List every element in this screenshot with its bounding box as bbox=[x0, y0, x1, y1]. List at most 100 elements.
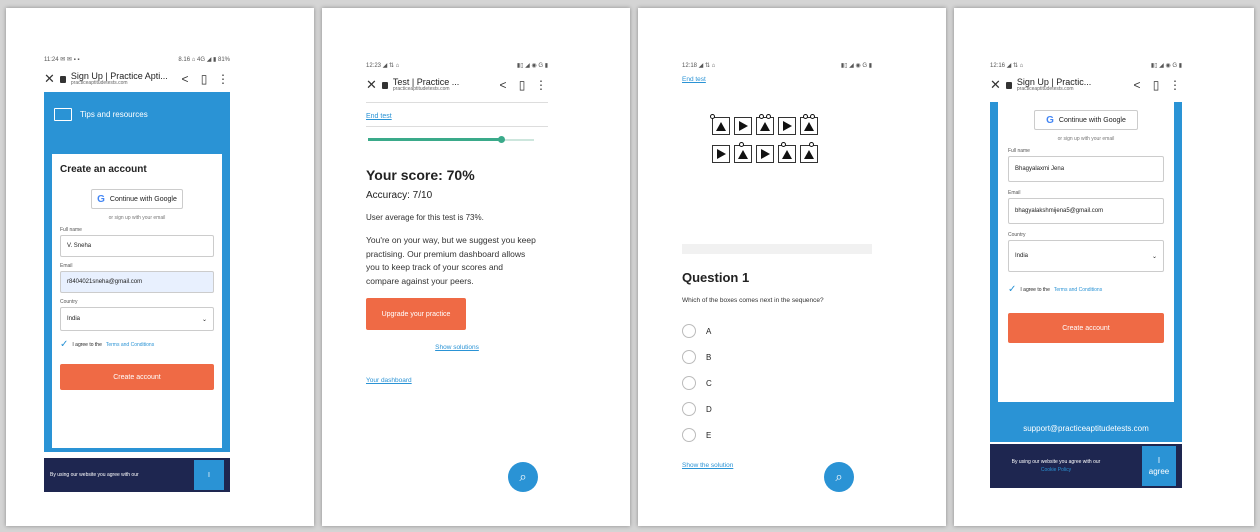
chevron-down-icon: ⌄ bbox=[201, 316, 207, 323]
upgrade-practice-button[interactable]: Upgrade your practice bbox=[366, 298, 466, 331]
radio-circle-icon[interactable] bbox=[682, 428, 696, 442]
screenshot-panel-4: 12:16 ◢ ⇅ ⌂ ▮▯ ◢ ◉ G ▮ ✕ Sign Up | Pract… bbox=[954, 8, 1254, 526]
phone-screen-results: 12:23 ◢ ⇅ ⌂ ▮▯ ◢ ◉ G ▮ ✕ Test | Practice… bbox=[366, 58, 548, 498]
average-text: User average for this test is 73%. bbox=[366, 213, 484, 222]
answer-option[interactable]: B bbox=[682, 344, 872, 370]
seq-box bbox=[756, 114, 774, 135]
answer-option[interactable]: E bbox=[682, 422, 872, 448]
status-bar: 12:23 ◢ ⇅ ⌂ ▮▯ ◢ ◉ G ▮ bbox=[366, 58, 548, 72]
google-signin-button[interactable]: G Continue with Google bbox=[91, 189, 183, 209]
terms-checkbox-row[interactable]: ✓ I agree to the Terms and Conditions bbox=[1008, 284, 1164, 295]
seq-box bbox=[800, 114, 818, 135]
tab-title-block[interactable]: Sign Up | Practice Apti... practiceaptit… bbox=[71, 71, 173, 87]
circle-icon bbox=[766, 114, 771, 119]
screenshot-panel-1: 11:24 ✉ ✉ ▪ ▪ 8.16 ⌂ 4G ◢ ▮ 81% ✕ Sign U… bbox=[6, 8, 314, 526]
question-title: Question 1 bbox=[682, 270, 750, 285]
bookmark-icon[interactable]: ▯ bbox=[515, 78, 529, 92]
answer-option[interactable]: C bbox=[682, 370, 872, 396]
triangle-right-icon bbox=[782, 121, 792, 131]
show-solution-link[interactable]: Show the solution bbox=[682, 462, 733, 469]
fullname-field[interactable]: V. Sneha bbox=[60, 235, 214, 257]
country-label: Country bbox=[1008, 232, 1026, 238]
seq-box bbox=[712, 145, 730, 163]
section-divider bbox=[682, 244, 872, 254]
close-icon[interactable]: ✕ bbox=[366, 77, 377, 93]
blue-page-background: Tips and resources Create an account G C… bbox=[44, 92, 230, 452]
circle-icon bbox=[759, 114, 764, 119]
circle-icon bbox=[810, 114, 815, 119]
country-select[interactable]: India ⌄ bbox=[1008, 240, 1164, 272]
cookie-banner: By using our website you agree with our … bbox=[990, 444, 1182, 488]
triangle-up-icon bbox=[716, 121, 726, 131]
dashboard-link[interactable]: Your dashboard bbox=[366, 377, 412, 384]
share-icon[interactable]: < bbox=[496, 78, 510, 92]
question-block: Question 1 Which of the boxes comes next… bbox=[682, 270, 872, 469]
support-email[interactable]: support@practiceaptitudetests.com bbox=[990, 424, 1182, 433]
search-fab[interactable]: ⌕ bbox=[824, 462, 854, 492]
terms-link[interactable]: Terms and Conditions bbox=[1054, 287, 1102, 293]
more-menu-icon[interactable]: ⋮ bbox=[1168, 78, 1182, 92]
radio-circle-icon[interactable] bbox=[682, 350, 696, 364]
status-right: ▮▯ ◢ ◉ G ▮ bbox=[840, 62, 872, 69]
close-icon[interactable]: ✕ bbox=[990, 77, 1001, 93]
bookmark-icon[interactable]: ▯ bbox=[197, 72, 211, 86]
terms-checkbox-row[interactable]: ✓ I agree to the Terms and Conditions bbox=[60, 339, 214, 350]
share-icon[interactable]: < bbox=[178, 72, 192, 86]
signup-card: Create an account G Continue with Google… bbox=[52, 154, 222, 448]
cookie-agree-button[interactable]: I agree bbox=[1142, 446, 1176, 486]
answer-option[interactable]: A bbox=[682, 318, 872, 344]
google-signin-button[interactable]: G Continue with Google bbox=[1034, 110, 1138, 130]
tab-title-block[interactable]: Sign Up | Practic... practiceaptitudetes… bbox=[1017, 77, 1125, 93]
search-icon: ⌕ bbox=[835, 469, 843, 484]
radio-circle-icon[interactable] bbox=[682, 402, 696, 416]
create-account-button[interactable]: Create account bbox=[60, 364, 214, 390]
checkmark-icon[interactable]: ✓ bbox=[1008, 284, 1016, 295]
fullname-field[interactable]: Bhagyalaxmi Jena bbox=[1008, 156, 1164, 182]
circle-icon bbox=[710, 114, 715, 119]
close-icon[interactable]: ✕ bbox=[44, 71, 55, 87]
email-field[interactable]: r8404021sneha@gmail.com bbox=[60, 271, 214, 293]
circle-icon bbox=[803, 114, 808, 119]
cookie-banner: By using our website you agree with our … bbox=[44, 458, 230, 492]
more-menu-icon[interactable]: ⋮ bbox=[534, 78, 548, 92]
cookie-accept-button[interactable]: I bbox=[194, 460, 224, 490]
tips-banner[interactable]: Tips and resources bbox=[44, 92, 230, 121]
circle-icon bbox=[809, 142, 814, 147]
email-field[interactable]: bhagyalakshmijena5@gmail.com bbox=[1008, 198, 1164, 224]
solutions-row: Show solutions bbox=[366, 344, 548, 351]
search-fab[interactable]: ⌕ bbox=[508, 462, 538, 492]
share-icon[interactable]: < bbox=[1130, 78, 1144, 92]
seq-box bbox=[756, 145, 774, 163]
email-label: Email bbox=[60, 263, 73, 269]
end-test-link[interactable]: End test bbox=[682, 76, 706, 83]
google-icon: G bbox=[97, 193, 105, 205]
cookie-policy-link[interactable]: Cookie Policy bbox=[996, 466, 1116, 474]
radio-circle-icon[interactable] bbox=[682, 324, 696, 338]
answer-option[interactable]: D bbox=[682, 396, 872, 422]
end-test-row: End test bbox=[682, 76, 872, 83]
triangle-up-icon bbox=[804, 149, 814, 159]
show-solutions-link[interactable]: Show solutions bbox=[435, 344, 479, 351]
seq-box bbox=[734, 142, 752, 163]
country-value: India bbox=[67, 316, 81, 322]
triangle-up-icon bbox=[738, 149, 748, 159]
more-menu-icon[interactable]: ⋮ bbox=[216, 72, 230, 86]
checkmark-icon[interactable]: ✓ bbox=[60, 339, 68, 350]
triangle-up-icon bbox=[782, 149, 792, 159]
progress-fill bbox=[368, 138, 501, 141]
dashboard-row: Your dashboard bbox=[366, 377, 548, 384]
answer-option-label: D bbox=[706, 404, 712, 414]
radio-circle-icon[interactable] bbox=[682, 376, 696, 390]
end-test-link[interactable]: End test bbox=[366, 113, 392, 120]
bookmark-icon[interactable]: ▯ bbox=[1149, 78, 1163, 92]
status-right: 8.16 ⌂ 4G ◢ ▮ 81% bbox=[178, 56, 230, 63]
create-account-button[interactable]: Create account bbox=[1008, 313, 1164, 343]
feedback-message: You're on your way, but we suggest you k… bbox=[366, 235, 536, 286]
tab-title-block[interactable]: Test | Practice ... practiceaptitudetest… bbox=[393, 77, 491, 93]
triangle-right-icon bbox=[716, 149, 726, 159]
terms-link[interactable]: Terms and Conditions bbox=[106, 342, 154, 348]
status-bar: 12:18 ◢ ⇅ ⌂ ▮▯ ◢ ◉ G ▮ bbox=[682, 58, 872, 72]
cookie-agree-top: I bbox=[1157, 455, 1161, 465]
country-select[interactable]: India ⌄ bbox=[60, 307, 214, 331]
country-value: India bbox=[1015, 253, 1029, 259]
